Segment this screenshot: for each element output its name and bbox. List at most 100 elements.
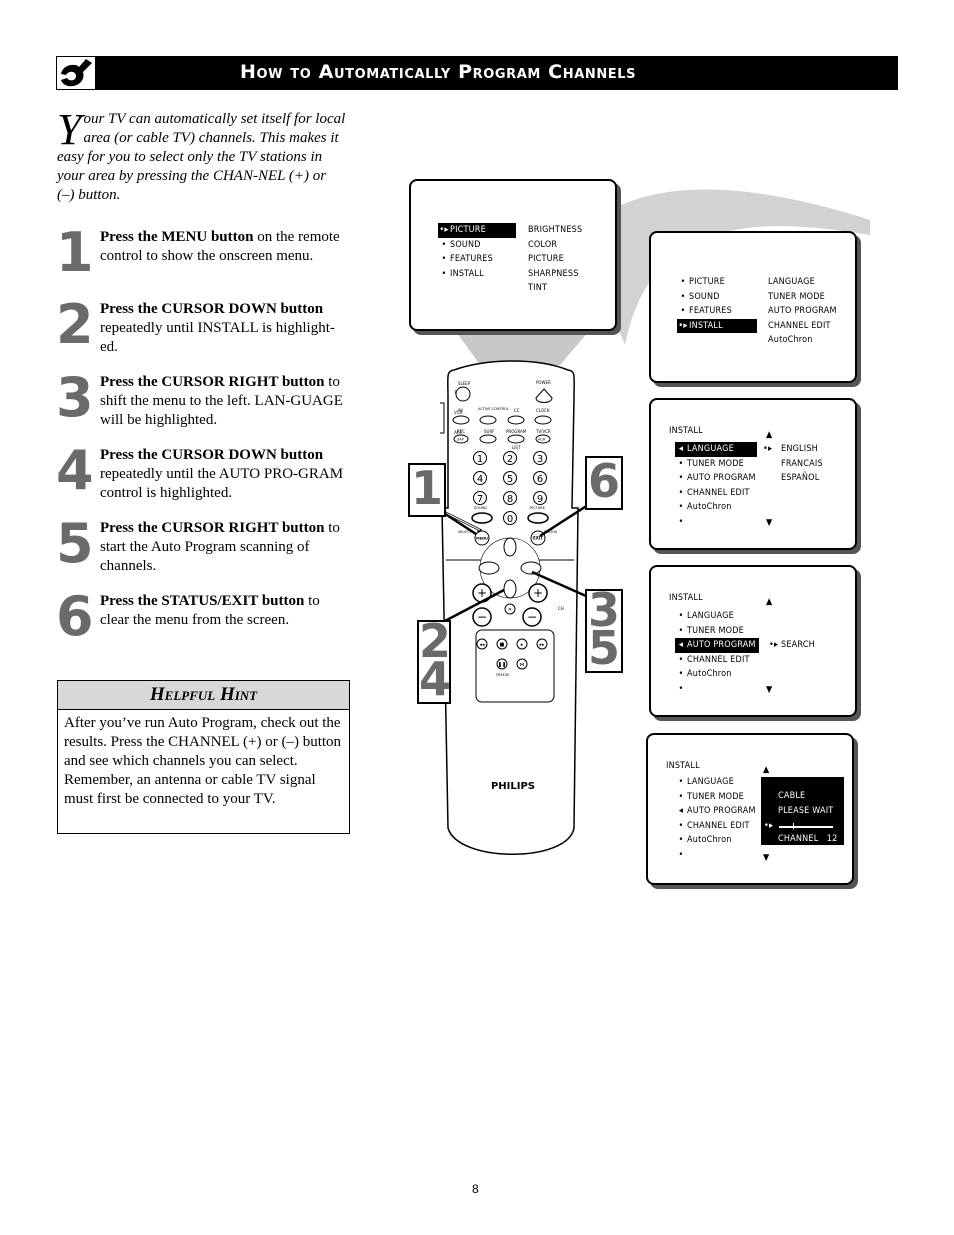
menu-item-sound: • SOUND (438, 238, 516, 253)
bullet-icon: • (678, 791, 684, 802)
channel-readout: CHANNEL 12 (778, 834, 838, 844)
bullet-icon: • (678, 487, 684, 498)
av-label: AV (458, 408, 463, 413)
page-number: 8 (472, 1182, 479, 1196)
callout-step-6: 6 (585, 456, 623, 510)
menu-item-picture: •▸PICTURE (438, 223, 516, 238)
bullet-icon: • (678, 669, 684, 679)
bullet-icon: • (678, 777, 684, 787)
install-item: • TUNER MODE (675, 457, 757, 472)
step-text: Press the CURSOR DOWN button repeatedly … (100, 300, 352, 357)
bullet-icon: • (680, 306, 686, 316)
surf-button[interactable] (479, 434, 497, 444)
step-number: 1 (56, 221, 94, 284)
bullet-icon: • (678, 625, 684, 636)
tv-screen-scanning: INSTALL ▲ • LANGUAGE • TUNER MODE ◂ AUTO PR… (646, 733, 854, 885)
callout-step-2-4: 2 4 (417, 618, 452, 706)
brand-logo: PHILIPS (491, 781, 535, 792)
bullet-icon: • (441, 239, 447, 250)
submenu-item: BRIGHTNESS (528, 225, 583, 235)
rec-label: REC (457, 429, 465, 434)
helpful-hint-box: Helpful Hint After you’ve run Auto Progr… (57, 680, 350, 834)
sap-label: SAP (457, 438, 464, 442)
bullet-icon: • (678, 516, 684, 527)
step-action: Press the CURSOR DOWN button (100, 447, 324, 463)
step-number: 6 (56, 585, 94, 648)
bullet-icon: • (678, 458, 684, 469)
menu-item-picture: • PICTURE (677, 275, 757, 290)
scan-progress-marker (793, 823, 794, 829)
tv-vcr-label: TV/VCR (535, 429, 551, 434)
install-item: • TUNER MODE (675, 790, 756, 805)
tv-screen-language: INSTALL ▲ ◂ LANGUAGE • TUNER MODE • AUTO PR… (649, 398, 857, 550)
active-control-label: ACTIVE CONTROL (478, 407, 509, 411)
tv-screen-install-selected: • PICTURE • SOUND • FEATURES •▸INSTALL LANG… (649, 231, 857, 383)
menu-left-column: •▸PICTURE • SOUND • FEATURES • INSTALL (438, 223, 516, 281)
scroll-up-icon: ▲ (763, 765, 770, 775)
mode-switch (440, 402, 445, 434)
clock-label: CLOCK (536, 408, 550, 413)
bullet-icon: • (441, 254, 447, 264)
step-description: repeatedly until the AUTO PRO-GRAM contr… (100, 466, 344, 501)
bullet-icon: • (678, 849, 684, 860)
install-item: • TUNER MODE (675, 624, 759, 639)
install-menu: • LANGUAGE • TUNER MODE ◂ AUTO PROGRAM • CHA… (675, 609, 759, 696)
menu-item-features: • FEATURES (438, 252, 516, 267)
tv-screen-main-menu: •▸PICTURE • SOUND • FEATURES • INSTALL BRIG… (409, 179, 617, 331)
cc-label: CC (514, 408, 520, 413)
hint-body: After you’ve run Auto Program, check out… (58, 710, 349, 813)
step-number: 3 (56, 366, 94, 429)
step-text: Press the MENU button on the remote cont… (100, 228, 352, 266)
please-wait-label: PLEASE WAIT (778, 806, 834, 816)
section-header: How to Automatically Program Channels (56, 56, 898, 90)
callout-step-3-5: 3 5 (585, 587, 623, 673)
scan-progress-bar (779, 826, 833, 828)
submenu-item: SHARPNESS (528, 268, 579, 279)
cursor-icon: •▸ (764, 821, 774, 831)
bullet-icon: • (678, 820, 684, 831)
submenu-item: COLOR (528, 239, 558, 250)
install-item: • CHANNEL EDIT (675, 653, 759, 668)
bullet-icon: • (678, 611, 684, 621)
step-text: Press the CURSOR RIGHT button to start t… (100, 519, 352, 576)
bullet-icon: • (678, 654, 684, 665)
menu-item-sound: • SOUND (677, 290, 757, 305)
install-item: • (675, 848, 756, 863)
sleep-button[interactable] (455, 386, 471, 402)
hint-paragraph: After you’ve run Auto Program, check out… (64, 715, 342, 769)
left-arrow-icon: ◂ (678, 806, 684, 816)
program-label: PROGRAM (506, 429, 527, 434)
scroll-down-icon: ▼ (766, 518, 773, 528)
callout-number: 4 (419, 652, 452, 706)
intro-paragraph: Your TV can automatically set itself for… (57, 105, 347, 205)
search-option: •▸ SEARCH (769, 640, 815, 650)
sleep-label: SLEEP (458, 381, 471, 386)
install-item: • AutoChron (675, 833, 756, 848)
install-item: • AutoChron (675, 500, 757, 515)
drop-cap: Y (57, 105, 82, 154)
program-list-button[interactable] (507, 434, 525, 444)
submenu-item: PICTURE (528, 254, 564, 264)
install-item: • LANGUAGE (675, 775, 756, 790)
install-title: INSTALL (669, 593, 703, 603)
av-button[interactable] (452, 415, 470, 425)
cc-button[interactable] (507, 415, 525, 425)
clock-button[interactable] (534, 415, 552, 425)
step-text: Press the STATUS/EXIT button to clear th… (100, 592, 352, 630)
submenu-item: CHANNEL EDIT (768, 320, 831, 331)
menu-right-column: LANGUAGE TUNER MODE AUTO PROGRAM CHANNEL… (768, 275, 837, 348)
callout-step-1: 1 (408, 463, 446, 517)
active-control-button[interactable] (479, 415, 497, 425)
bullet-icon: • (678, 835, 684, 845)
scroll-up-icon: ▲ (766, 430, 773, 440)
wrench-icon (57, 57, 95, 89)
power-label: POWER (536, 380, 551, 385)
cursor-icon: •▸ (439, 225, 449, 235)
submenu-item: TINT (528, 283, 548, 293)
scroll-down-icon: ▼ (763, 853, 770, 863)
install-title: INSTALL (666, 761, 700, 771)
left-arrow-icon: ◂ (678, 444, 684, 454)
hint-paragraph: Remember, an antenna or cable TV signal … (64, 772, 316, 807)
install-title: INSTALL (669, 426, 703, 436)
step-action: Press the CURSOR RIGHT button (100, 520, 325, 536)
